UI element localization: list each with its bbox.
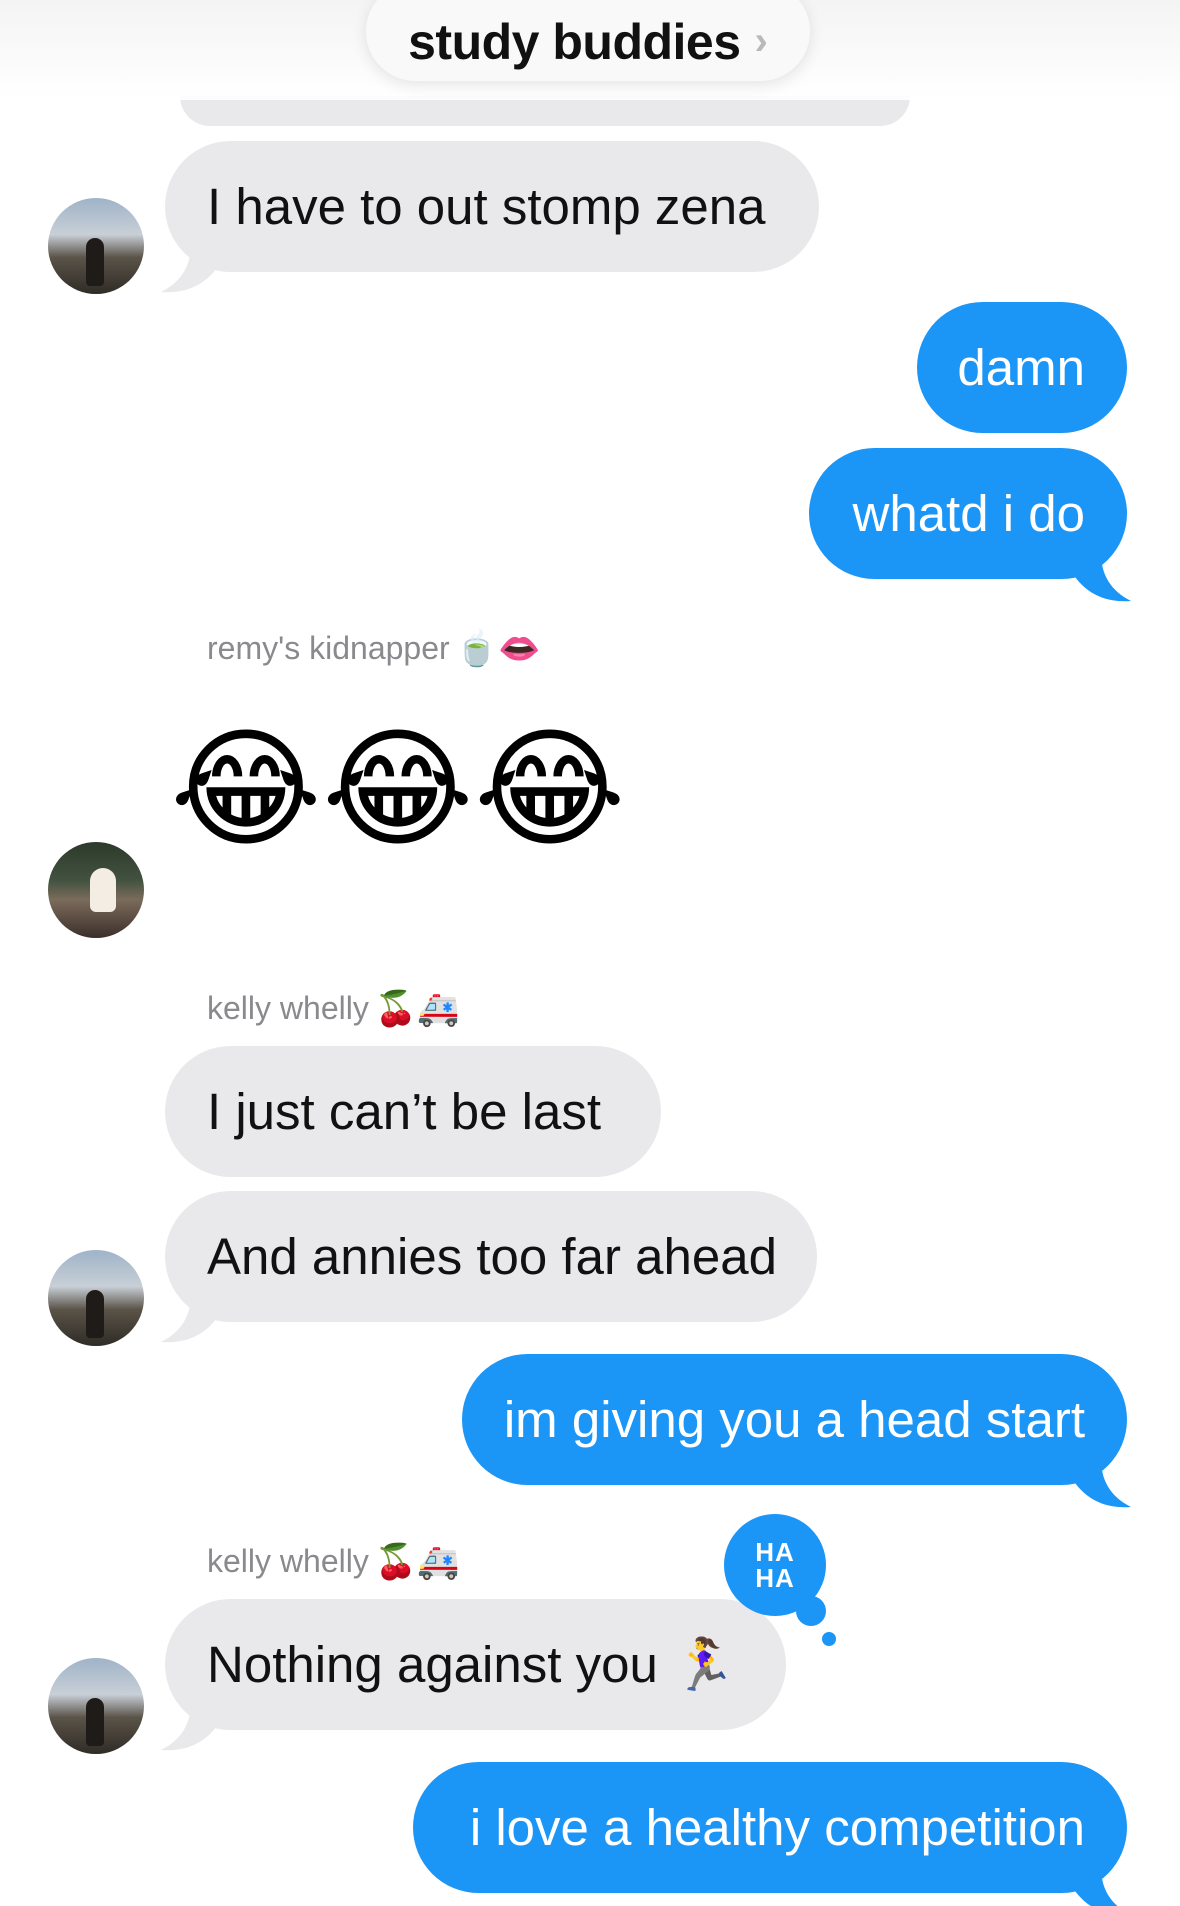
message-bubble-outgoing[interactable]: whatd i do — [809, 448, 1131, 602]
sender-emoji: 🍒🚑 — [374, 989, 460, 1028]
conversation-view: study buddies › I have to out stomp zena… — [0, 0, 1180, 1906]
sender-name: kelly whelly 🍒🚑 — [207, 1542, 460, 1581]
bubble-tail — [161, 1294, 217, 1343]
message-text: Nothing against you 🏃‍♀️ — [207, 1635, 736, 1693]
avatar[interactable] — [48, 198, 144, 294]
message-text: damn — [957, 339, 1085, 396]
chevron-right-icon: › — [754, 19, 768, 63]
tapback-dot — [796, 1596, 826, 1626]
message-text: 😂😂😂 — [170, 716, 626, 862]
previous-message-edge — [180, 96, 910, 126]
message-text: I have to out stomp zena — [207, 178, 766, 235]
haha-tapback-icon[interactable]: HA HA — [724, 1514, 836, 1646]
message-bubble-outgoing[interactable]: im giving you a head start — [462, 1354, 1131, 1508]
message-text: im giving you a head start — [503, 1391, 1085, 1448]
message-bubble-outgoing[interactable]: damn — [917, 302, 1127, 433]
sender-name: kelly whelly 🍒🚑 — [207, 989, 460, 1028]
message-bubble-incoming[interactable]: I just can’t be last — [165, 1046, 661, 1177]
message-bubble-incoming[interactable]: Nothing against you 🏃‍♀️ — [161, 1599, 786, 1751]
conversation-title: study buddies — [408, 13, 741, 70]
bubble-tail — [1075, 1867, 1118, 1906]
avatar[interactable] — [48, 842, 144, 938]
message-text: i love a healthy competition — [469, 1799, 1085, 1856]
message-bubble-outgoing[interactable]: i love a healthy competition — [413, 1762, 1127, 1906]
message-text: whatd i do — [852, 485, 1086, 542]
avatar[interactable] — [48, 1658, 144, 1754]
avatar[interactable] — [48, 1250, 144, 1346]
sender-emoji: 🍵👄 — [455, 629, 541, 668]
message-text: And annies too far ahead — [207, 1228, 777, 1285]
sender-name: remy's kidnapper 🍵👄 — [207, 629, 541, 668]
tapback-dot — [822, 1632, 836, 1646]
bubble-tail — [161, 244, 217, 293]
message-bubble-incoming[interactable]: I have to out stomp zena — [161, 141, 819, 293]
emoji-message[interactable]: 😂😂😂 — [170, 724, 626, 854]
conversation-title-button[interactable]: study buddies › — [364, 0, 812, 83]
sender-emoji: 🍒🚑 — [374, 1542, 460, 1581]
message-bubble-incoming[interactable]: And annies too far ahead — [161, 1191, 817, 1343]
bubble-tail — [1075, 1459, 1131, 1508]
tapback-line: HA — [755, 1537, 795, 1567]
message-text: I just can’t be last — [207, 1083, 602, 1140]
bubble-tail — [161, 1702, 217, 1751]
bubble-tail — [1075, 553, 1131, 602]
tapback-line: HA — [755, 1563, 795, 1593]
